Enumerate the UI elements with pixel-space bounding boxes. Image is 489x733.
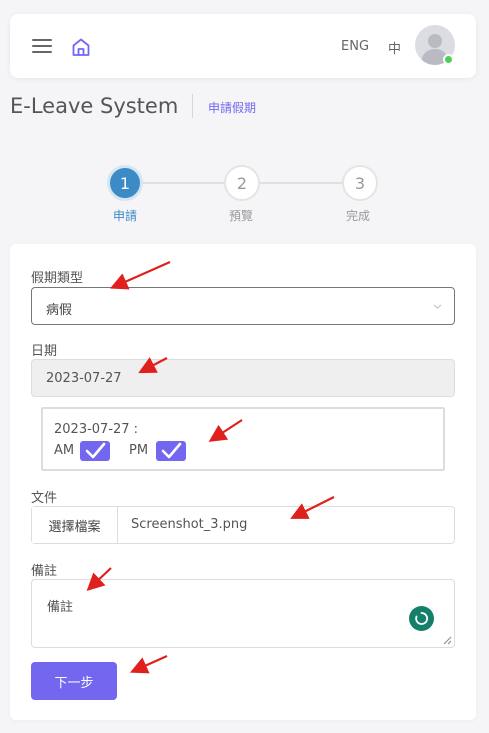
half-day-date: 2023-07-27 : (54, 422, 139, 437)
step-2-label: 預覽 (228, 209, 253, 223)
stepper-connector (140, 182, 226, 184)
pm-label: PM (129, 443, 149, 458)
selected-file-name: Screenshot_3.png (131, 517, 248, 532)
am-label: AM (54, 443, 75, 458)
document-file-input[interactable]: 選擇檔案 Screenshot_3.png (31, 506, 455, 544)
chevron-down-icon (433, 304, 442, 309)
choose-file-button[interactable]: 選擇檔案 (32, 507, 118, 543)
resize-handle-icon[interactable] (443, 636, 452, 645)
half-day-selector: 2023-07-27 : AM PM (41, 407, 445, 471)
pm-checkbox[interactable] (156, 441, 186, 461)
step-1-label: 申請 (112, 209, 137, 223)
date-label: 日期 (31, 344, 58, 359)
step-3-circle: 3 (342, 165, 378, 201)
language-english-button[interactable]: ENG (341, 39, 369, 54)
next-step-button[interactable]: 下一步 (31, 662, 117, 700)
remarks-textarea[interactable]: 備註 (31, 579, 455, 648)
online-status-indicator (443, 54, 454, 65)
leave-type-value: 病假 (46, 303, 73, 318)
step-3-label: 完成 (345, 209, 370, 223)
page-title: E-Leave System (10, 94, 179, 118)
remarks-placeholder: 備註 (47, 600, 74, 615)
breadcrumb-apply-leave[interactable]: 申請假期 (208, 99, 256, 116)
leave-type-select[interactable]: 病假 (31, 287, 455, 325)
am-checkbox[interactable] (80, 441, 110, 461)
grammarly-icon[interactable] (409, 606, 434, 631)
stepper-connector (258, 182, 344, 184)
date-value: 2023-07-27 (46, 371, 122, 386)
top-navbar: ENG 中 (10, 14, 476, 78)
language-chinese-button[interactable]: 中 (388, 38, 401, 57)
checkmark-icon (85, 442, 106, 459)
step-2-circle: 2 (224, 165, 260, 201)
leave-type-label: 假期類型 (31, 271, 84, 286)
document-label: 文件 (31, 491, 58, 506)
step-1-circle: 1 (107, 165, 143, 201)
hamburger-menu-icon[interactable] (32, 39, 52, 54)
checkmark-icon (161, 442, 182, 459)
date-field: 2023-07-27 (31, 359, 455, 397)
title-divider (192, 94, 193, 118)
remarks-label: 備註 (31, 564, 58, 579)
home-icon[interactable] (70, 36, 92, 58)
